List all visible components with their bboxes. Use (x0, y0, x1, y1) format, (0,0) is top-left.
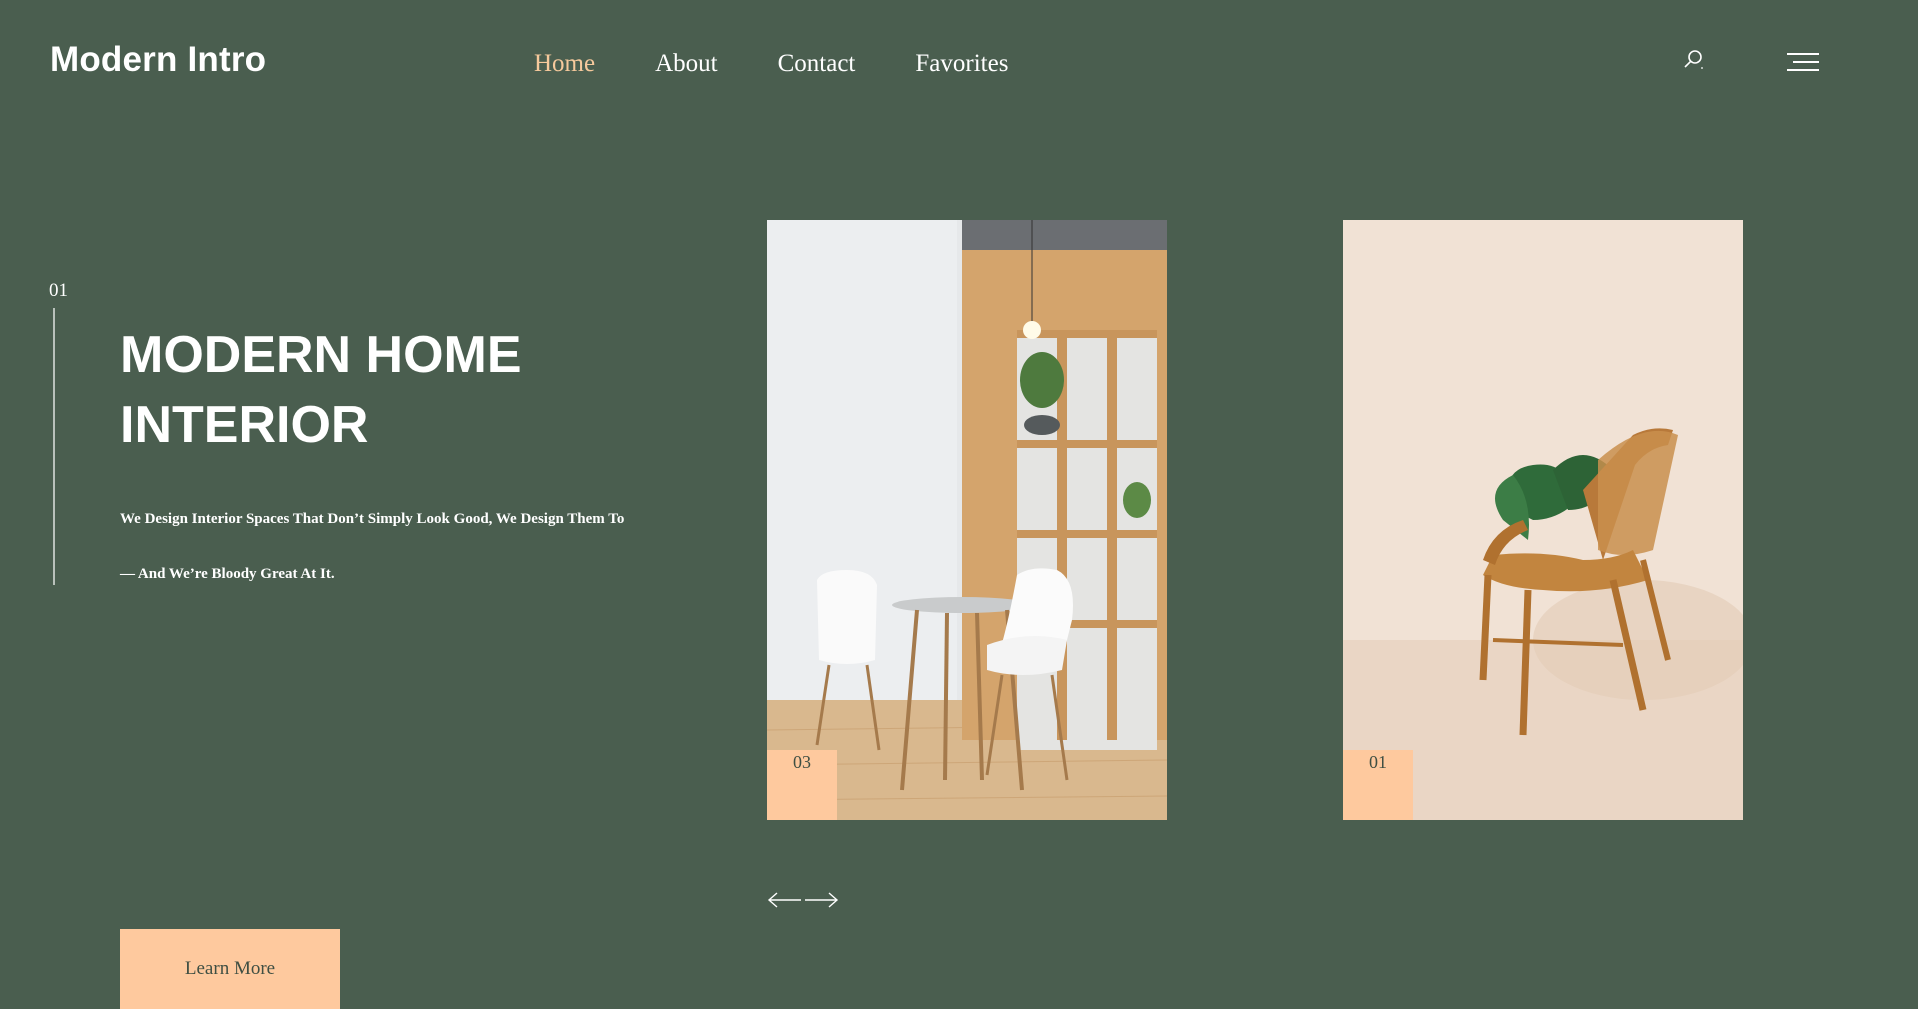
dining-table-image (767, 220, 1167, 820)
slide-number: 03 (767, 750, 837, 820)
hero-tagline: — And We’re Bloody Great At It. (120, 566, 335, 582)
slider-controls (767, 890, 839, 910)
hero-subtitle: We Design Interior Spaces That Don’t Sim… (120, 511, 625, 527)
divider-line (53, 308, 55, 585)
nav-about[interactable]: About (655, 48, 718, 80)
nav-favorites[interactable]: Favorites (915, 48, 1008, 80)
nav-home[interactable]: Home (534, 48, 595, 80)
nav-contact[interactable]: Contact (778, 48, 856, 80)
arrow-left-icon[interactable] (767, 890, 803, 910)
slide-number: 01 (1343, 750, 1413, 820)
search-icon[interactable] (1682, 48, 1706, 72)
hamburger-menu-icon[interactable] (1787, 53, 1819, 75)
slide-card[interactable]: 01 (1343, 220, 1743, 820)
brand-logo[interactable]: Modern Intro (50, 40, 266, 80)
learn-more-button[interactable]: Learn More (120, 929, 340, 1009)
slide-index: 01 (49, 280, 68, 301)
hero-title: MODERN HOME INTERIOR (120, 326, 522, 454)
main-nav: Home About Contact Favorites (534, 48, 1068, 80)
arrow-right-icon[interactable] (803, 890, 839, 910)
rattan-chair-image (1343, 220, 1743, 820)
slide-card[interactable]: 03 (767, 220, 1167, 820)
